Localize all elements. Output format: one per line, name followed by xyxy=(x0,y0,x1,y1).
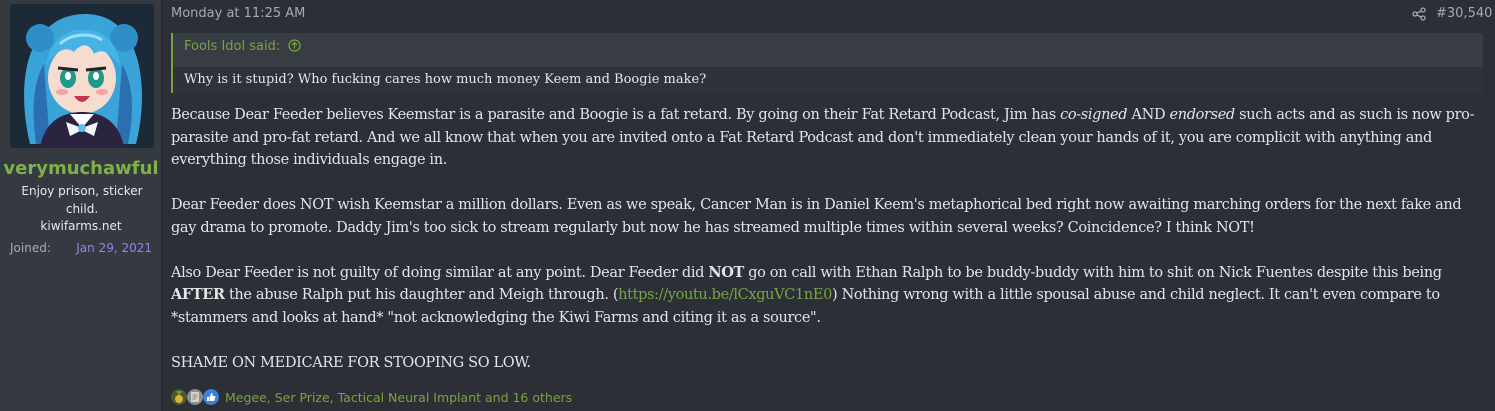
post-number[interactable]: #30,540 xyxy=(1436,6,1492,21)
youtube-link[interactable]: https://youtu.be/lCxguVC1nE0 xyxy=(618,287,832,303)
avatar[interactable] xyxy=(10,4,154,148)
post-content: Monday at 11:25 AM #30,540 Fools Idol sa… xyxy=(162,0,1495,411)
scroll-icon xyxy=(187,389,203,405)
text: the abuse Ralph put his daughter and Mei… xyxy=(224,287,619,303)
text: SHAME ON MEDICARE FOR STOOPING SO LOW. xyxy=(171,354,531,371)
bold-text: AFTER xyxy=(171,286,225,303)
emphasis: co-signed xyxy=(1060,107,1128,123)
arrow-up-circle-icon[interactable] xyxy=(288,39,301,52)
joined-date: Jan 29, 2021 xyxy=(76,241,152,255)
share-icon[interactable] xyxy=(1412,7,1426,21)
text: Because Dear Feeder believes Keemstar is… xyxy=(171,107,1061,123)
paragraph: Because Dear Feeder believes Keemstar is… xyxy=(171,104,1489,172)
bold-text: NOT xyxy=(708,263,744,281)
quote-author[interactable]: Fools Idol said: xyxy=(184,39,280,54)
user-title: Enjoy prison, sticker child. xyxy=(21,184,143,216)
joined-label: Joined: xyxy=(10,241,51,255)
quote-header[interactable]: Fools Idol said: xyxy=(184,39,301,54)
text: Also Dear Feeder is not guilty of doing … xyxy=(171,264,709,281)
quote-text: Why is it stupid? Who fucking cares how … xyxy=(173,67,1483,93)
medal-icon xyxy=(171,389,187,405)
paragraph: SHAME ON MEDICARE FOR STOOPING SO LOW. xyxy=(171,352,1489,375)
user-panel: verymuchawful Enjoy prison, sticker chil… xyxy=(0,0,162,411)
quote-block: Fools Idol said: Why is it stupid? Who f… xyxy=(171,33,1483,93)
username[interactable]: verymuchawful xyxy=(0,158,162,179)
forum-post: verymuchawful Enjoy prison, sticker chil… xyxy=(0,0,1495,411)
text: go on call with Ethan Ralph to be buddy-… xyxy=(743,264,1442,281)
text: Dear Feeder does NOT wish Keemstar a mil… xyxy=(171,197,1462,236)
reactions-text[interactable]: Megee, Ser Prize, Tactical Neural Implan… xyxy=(225,390,572,405)
thumbs-up-icon xyxy=(203,389,219,405)
user-site: kiwifarms.net xyxy=(40,219,122,233)
post-body: Because Dear Feeder believes Keemstar is… xyxy=(171,104,1489,374)
paragraph: Also Dear Feeder is not guilty of doing … xyxy=(171,262,1489,330)
reactions-bar[interactable]: Megee, Ser Prize, Tactical Neural Implan… xyxy=(171,387,572,407)
paragraph: Dear Feeder does NOT wish Keemstar a mil… xyxy=(171,194,1489,239)
text: AND xyxy=(1127,107,1170,123)
emphasis: endorsed xyxy=(1169,107,1236,123)
post-timestamp[interactable]: Monday at 11:25 AM xyxy=(171,6,305,21)
